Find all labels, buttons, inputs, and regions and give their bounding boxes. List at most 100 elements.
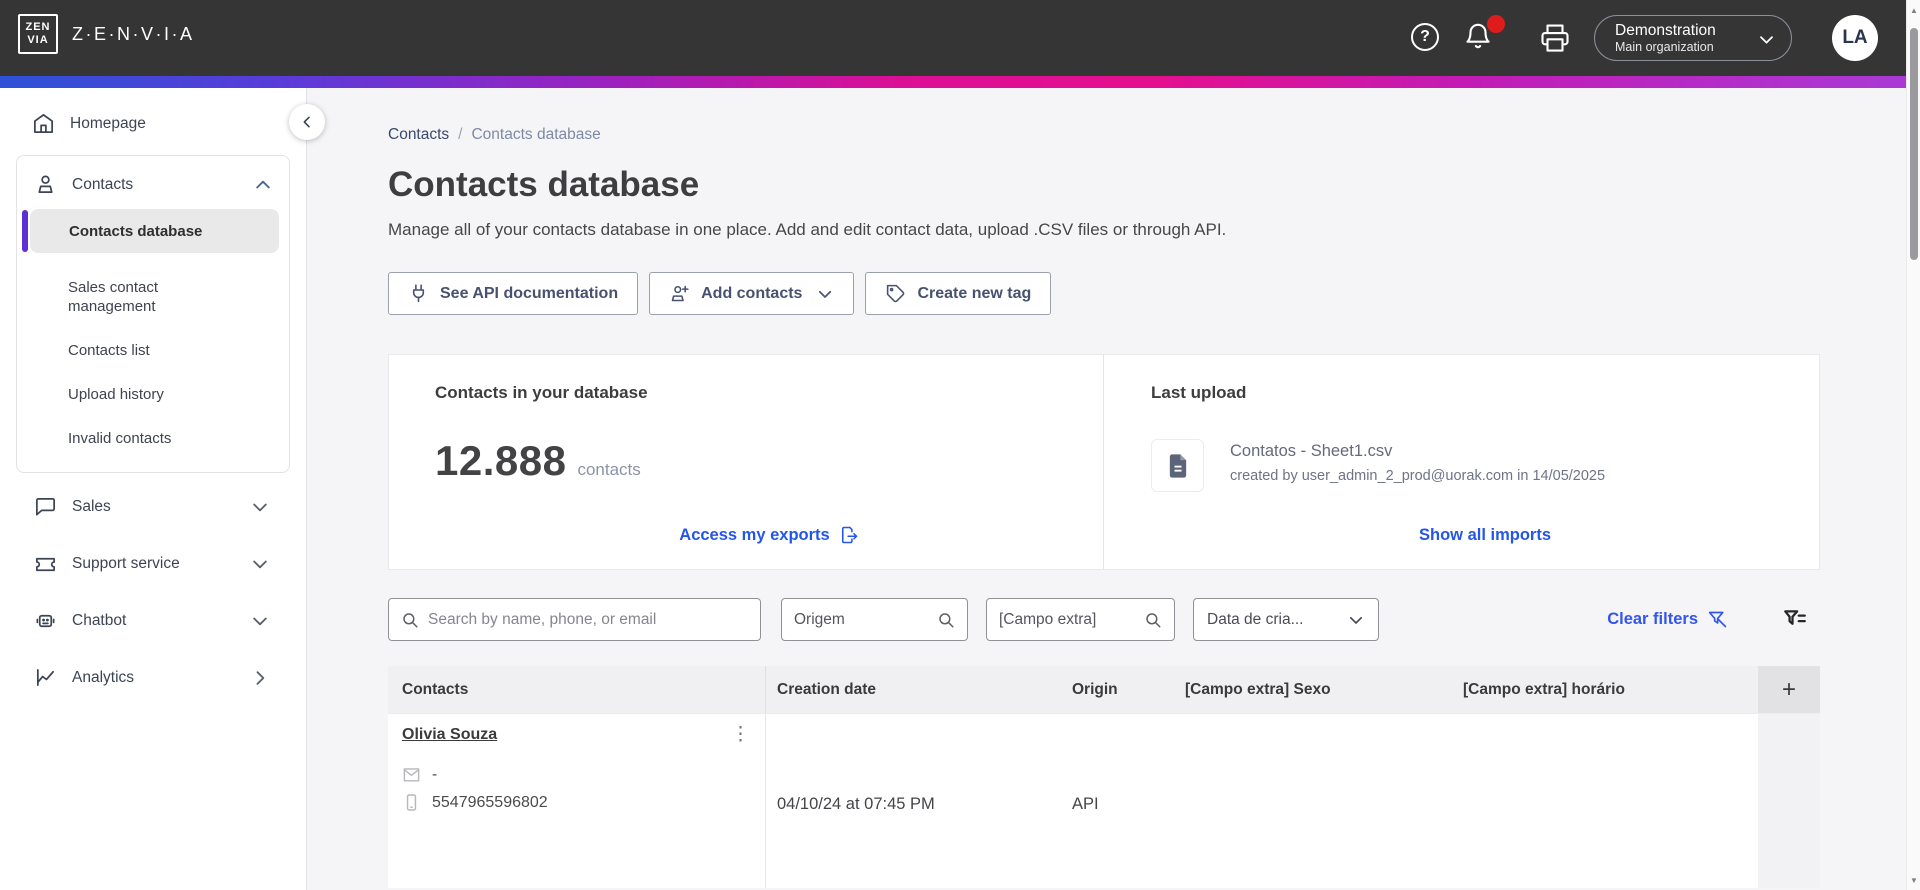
column-header-campo-sexo: [Campo extra] Sexo (1185, 680, 1331, 698)
card-heading: Last upload (1151, 383, 1247, 402)
contacts-table: Contacts Creation date Origin [Campo ext… (388, 666, 1820, 888)
campo-sexo-cell (1171, 714, 1449, 888)
help-button[interactable]: ? (1411, 23, 1441, 53)
contact-name-link[interactable]: Olivia Souza (402, 726, 497, 744)
access-my-exports-link[interactable]: Access my exports (679, 525, 858, 545)
last-upload-card: Last upload Contatos - Sheet1.csv create… (1104, 355, 1819, 569)
file-box (1151, 439, 1204, 492)
contact-phone: 5547965596802 (432, 793, 548, 811)
sidebar-item-homepage[interactable]: Homepage (32, 112, 306, 135)
sidebar-item-contacts-database[interactable]: Contacts database (22, 209, 279, 253)
sidebar-item-label: Analytics (72, 668, 135, 686)
add-column-button[interactable]: + (1758, 666, 1820, 713)
page-scrollbar[interactable]: ▲ ▼ (1906, 0, 1920, 890)
mobile-phone-icon (406, 794, 417, 811)
column-header-creation-date: Creation date (777, 680, 877, 698)
contacts-count-unit: contacts (577, 460, 641, 479)
plug-icon (412, 284, 425, 303)
dropdown-label: Data de cria... (1207, 610, 1304, 628)
export-file-icon (841, 526, 857, 544)
add-contacts-button[interactable]: Add contacts (649, 272, 855, 315)
link-label: Clear filters (1607, 610, 1698, 628)
button-label: See API documentation (440, 284, 619, 302)
summary-cards: Contacts in your database 12.888 contact… (388, 354, 1820, 570)
sidebar-item-label: Contacts database (69, 222, 203, 240)
row-menu-button[interactable]: ⋮ (725, 723, 756, 746)
scroll-down-arrow[interactable]: ▼ (1907, 873, 1920, 887)
brand[interactable]: ZEN VIA Z·E·N·V·I·A (18, 14, 194, 54)
sidebar-item-analytics[interactable]: Analytics (0, 649, 306, 706)
chevron-right-icon (256, 670, 265, 685)
breadcrumb-current[interactable]: Contacts database (471, 126, 600, 144)
sidebar-contacts-group: Contacts Contacts database Sales contact… (16, 155, 290, 473)
search-icon (403, 612, 418, 627)
campo-horario-cell (1449, 714, 1758, 888)
avatar[interactable]: LA (1832, 15, 1878, 61)
card-heading: Contacts in your database (435, 383, 648, 402)
clear-filter-icon (1708, 611, 1727, 628)
breadcrumb-contacts[interactable]: Contacts (388, 126, 449, 144)
action-buttons: See API documentation Add contacts Creat… (388, 272, 1820, 315)
print-button[interactable] (1540, 23, 1570, 53)
tag-icon (887, 284, 905, 303)
notification-badge (1487, 15, 1505, 33)
filter-settings-button[interactable] (1782, 607, 1808, 633)
notifications-button[interactable] (1463, 15, 1505, 55)
create-new-tag-button[interactable]: Create new tag (865, 272, 1052, 315)
button-label: Create new tag (917, 284, 1032, 302)
chevron-down-icon (1349, 616, 1363, 624)
main-content: Contacts / Contacts database Contacts da… (308, 88, 1906, 890)
sidebar-item-support-service[interactable]: Support service (0, 535, 306, 592)
origin-cell: API (1072, 795, 1099, 813)
chevron-down-icon (253, 503, 267, 511)
scrollbar-thumb[interactable] (1910, 28, 1918, 260)
contact-cell: Olivia Souza ⋮ - 5547965596802 (388, 714, 766, 888)
contacts-count: 12.888 (435, 437, 567, 484)
active-indicator (22, 210, 28, 252)
sidebar-item-sales[interactable]: Sales (0, 478, 306, 535)
contacts-count-card: Contacts in your database 12.888 contact… (389, 355, 1104, 569)
sidebar-item-contacts-list[interactable]: Contacts list (68, 341, 213, 360)
extra-field-filter (986, 598, 1175, 641)
column-header-origin: Origin (1072, 680, 1118, 698)
breadcrumb-separator: / (458, 126, 463, 143)
upload-created-by: created by user_admin_2_prod@uorak.com i… (1230, 468, 1606, 484)
sidebar-item-chatbot[interactable]: Chatbot (0, 592, 306, 649)
ticket-icon (36, 557, 55, 572)
printer-icon (1541, 24, 1569, 52)
sidebar-item-upload-history[interactable]: Upload history (68, 385, 213, 404)
upload-filename: Contatos - Sheet1.csv (1230, 442, 1393, 460)
link-label: Show all imports (1418, 526, 1552, 544)
sidebar-item-label: Sales (72, 497, 111, 515)
origin-filter-field (781, 598, 968, 641)
add-column-cell (1758, 714, 1820, 888)
origin-filter-input[interactable] (794, 610, 937, 629)
scroll-up-arrow[interactable]: ▲ (1907, 3, 1920, 17)
brand-gradient-bar (0, 76, 1920, 88)
sidebar-item-label: Homepage (70, 114, 146, 132)
chat-bubble-icon (36, 497, 55, 516)
email-icon (403, 768, 420, 782)
clear-filters-button[interactable]: Clear filters (1607, 609, 1728, 630)
column-header-campo-horario: [Campo extra] horário (1463, 680, 1625, 698)
sidebar-item-sales-contact-management[interactable]: Sales contact management (68, 278, 213, 316)
link-label: Access my exports (679, 525, 830, 544)
brand-name: Z·E·N·V·I·A (72, 23, 195, 44)
sidebar: Homepage Contacts Contacts database Sale… (0, 88, 307, 890)
sidebar-item-label: Support service (72, 554, 180, 572)
column-header-contacts: Contacts (388, 666, 766, 713)
show-all-imports-link[interactable]: Show all imports (1419, 526, 1551, 545)
extra-field-filter-input[interactable] (999, 610, 1144, 629)
see-api-documentation-button[interactable]: See API documentation (388, 272, 639, 315)
sidebar-item-contacts[interactable]: Contacts (17, 156, 289, 200)
creation-date-filter-dropdown[interactable]: Data de cria... (1193, 598, 1379, 641)
creation-date-cell: 04/10/24 at 07:45 PM (777, 795, 935, 813)
logo-mark-top: ZEN (25, 21, 51, 34)
sidebar-collapse-button[interactable] (289, 104, 325, 140)
organization-switcher[interactable]: Demonstration Main organization (1594, 15, 1792, 61)
search-input[interactable] (428, 610, 748, 629)
sidebar-item-invalid-contacts[interactable]: Invalid contacts (68, 429, 213, 448)
button-label: Add contacts (701, 284, 803, 302)
chevron-down-icon (819, 290, 832, 298)
analytics-chart-icon (36, 668, 55, 687)
